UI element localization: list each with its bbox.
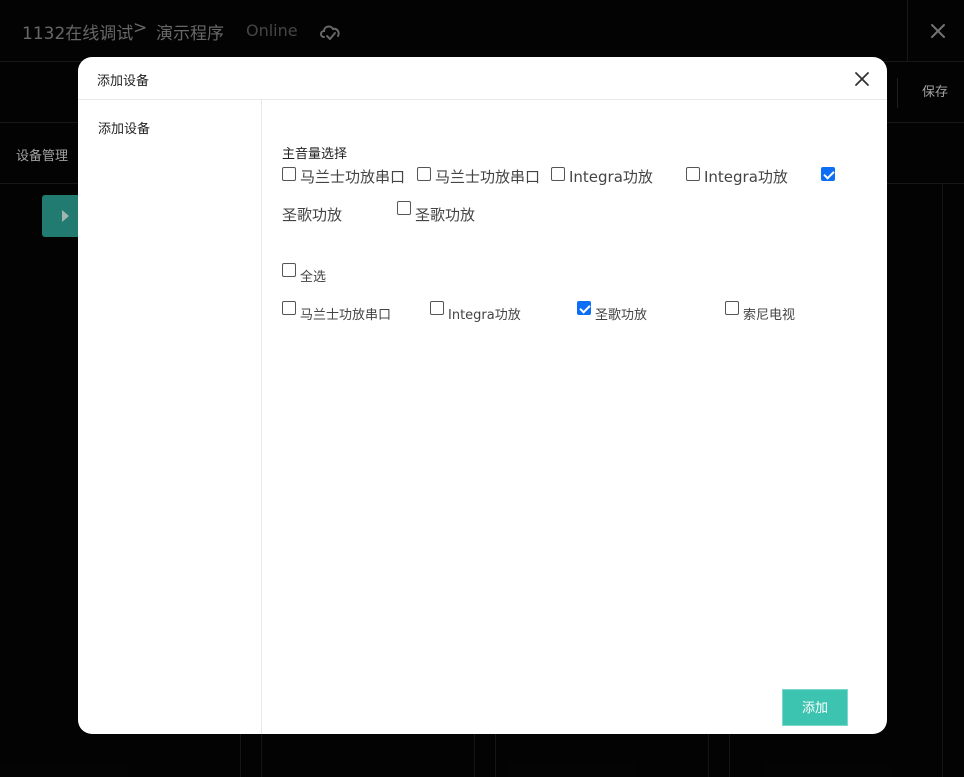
checkbox[interactable] (417, 167, 431, 181)
dialog-title: 添加设备 (97, 74, 150, 89)
dialog-header: 添加设备 (78, 57, 887, 100)
master-volume-option[interactable] (821, 166, 839, 181)
add-device-dialog: 添加设备 添加设备 主音量选择 马兰士功放串口 马兰士功放串口 Integra功… (78, 57, 887, 734)
option-label: 全选 (300, 270, 327, 285)
device-option[interactable]: 索尼电视 (725, 300, 795, 323)
device-option[interactable]: Integra功放 (430, 300, 521, 323)
option-label: 索尼电视 (743, 308, 796, 323)
device-option[interactable]: 圣歌功放 (577, 300, 647, 323)
checkbox[interactable] (725, 301, 739, 315)
checkbox[interactable] (430, 301, 444, 315)
checkbox[interactable] (686, 167, 700, 181)
checkbox[interactable] (821, 167, 835, 181)
option-label: Integra功放 (448, 308, 521, 323)
option-label: 马兰士功放串口 (300, 308, 392, 323)
sidebar-item-add-device[interactable]: 添加设备 (98, 118, 150, 137)
option-label: Integra功放 (569, 168, 653, 186)
checkbox[interactable] (282, 301, 296, 315)
checkbox[interactable] (282, 263, 296, 277)
master-volume-option[interactable]: 马兰士功放串口 (417, 166, 540, 187)
option-label: 马兰士功放串口 (435, 168, 541, 186)
option-label: 圣歌功放 (595, 308, 648, 323)
dialog-body: 主音量选择 马兰士功放串口 马兰士功放串口 Integra功放 Integra功… (262, 100, 887, 734)
master-volume-title: 主音量选择 (282, 147, 348, 162)
dialog-sidebar: 添加设备 (78, 100, 262, 734)
checkbox[interactable] (577, 301, 591, 315)
close-icon[interactable] (854, 71, 870, 87)
master-volume-option[interactable]: Integra功放 (686, 166, 788, 187)
master-volume-option[interactable]: 马兰士功放串口 (282, 166, 405, 187)
master-volume-option[interactable]: 圣歌功放 (397, 200, 475, 225)
app-window: 1132在线调试 > 演示程序 Online 保存 设备管理 添加设备 添加设备… (0, 0, 964, 777)
checkbox[interactable] (282, 167, 296, 181)
master-volume-option[interactable]: Integra功放 (551, 166, 653, 187)
checkbox[interactable] (397, 201, 411, 215)
option-label: 马兰士功放串口 (300, 168, 406, 186)
master-volume-option[interactable]: 圣歌功放 (282, 204, 342, 225)
checkbox[interactable] (551, 167, 565, 181)
option-label: Integra功放 (704, 168, 788, 186)
add-button[interactable]: 添加 (782, 689, 848, 726)
option-label: 圣歌功放 (282, 206, 343, 224)
select-all-option[interactable]: 全选 (282, 262, 326, 285)
device-option[interactable]: 马兰士功放串口 (282, 300, 391, 323)
option-label: 圣歌功放 (415, 206, 476, 224)
